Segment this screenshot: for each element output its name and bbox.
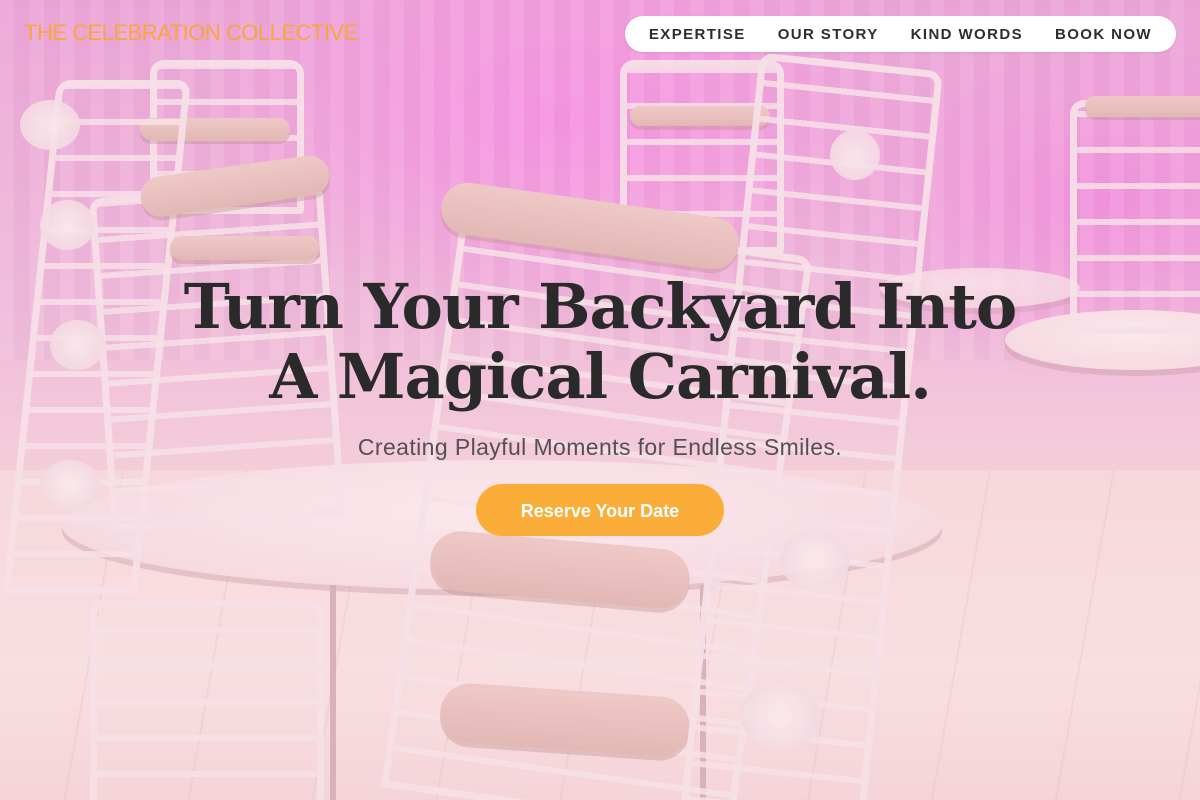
nav-item-book-now[interactable]: BOOK NOW (1055, 26, 1152, 43)
nav-item-expertise[interactable]: EXPERTISE (649, 26, 746, 43)
main-nav: EXPERTISE OUR STORY KIND WORDS BOOK NOW (624, 16, 1176, 52)
hero-section: Turn Your Backyard Into A Magical Carniv… (0, 272, 1200, 536)
nav-item-our-story[interactable]: OUR STORY (778, 26, 879, 43)
hero-tagline: Creating Playful Moments for Endless Smi… (357, 434, 843, 460)
reserve-date-button[interactable]: Reserve Your Date (476, 484, 724, 536)
hero-headline: Turn Your Backyard Into A Magical Carniv… (0, 272, 1200, 412)
nav-item-kind-words[interactable]: KIND WORDS (911, 26, 1023, 43)
brand-logo[interactable]: THE CELEBRATION COLLECTIVE (24, 20, 358, 46)
hero-headline-line2: A Magical Carnival. (269, 340, 932, 413)
hero-headline-line1: Turn Your Backyard Into (183, 270, 1018, 343)
